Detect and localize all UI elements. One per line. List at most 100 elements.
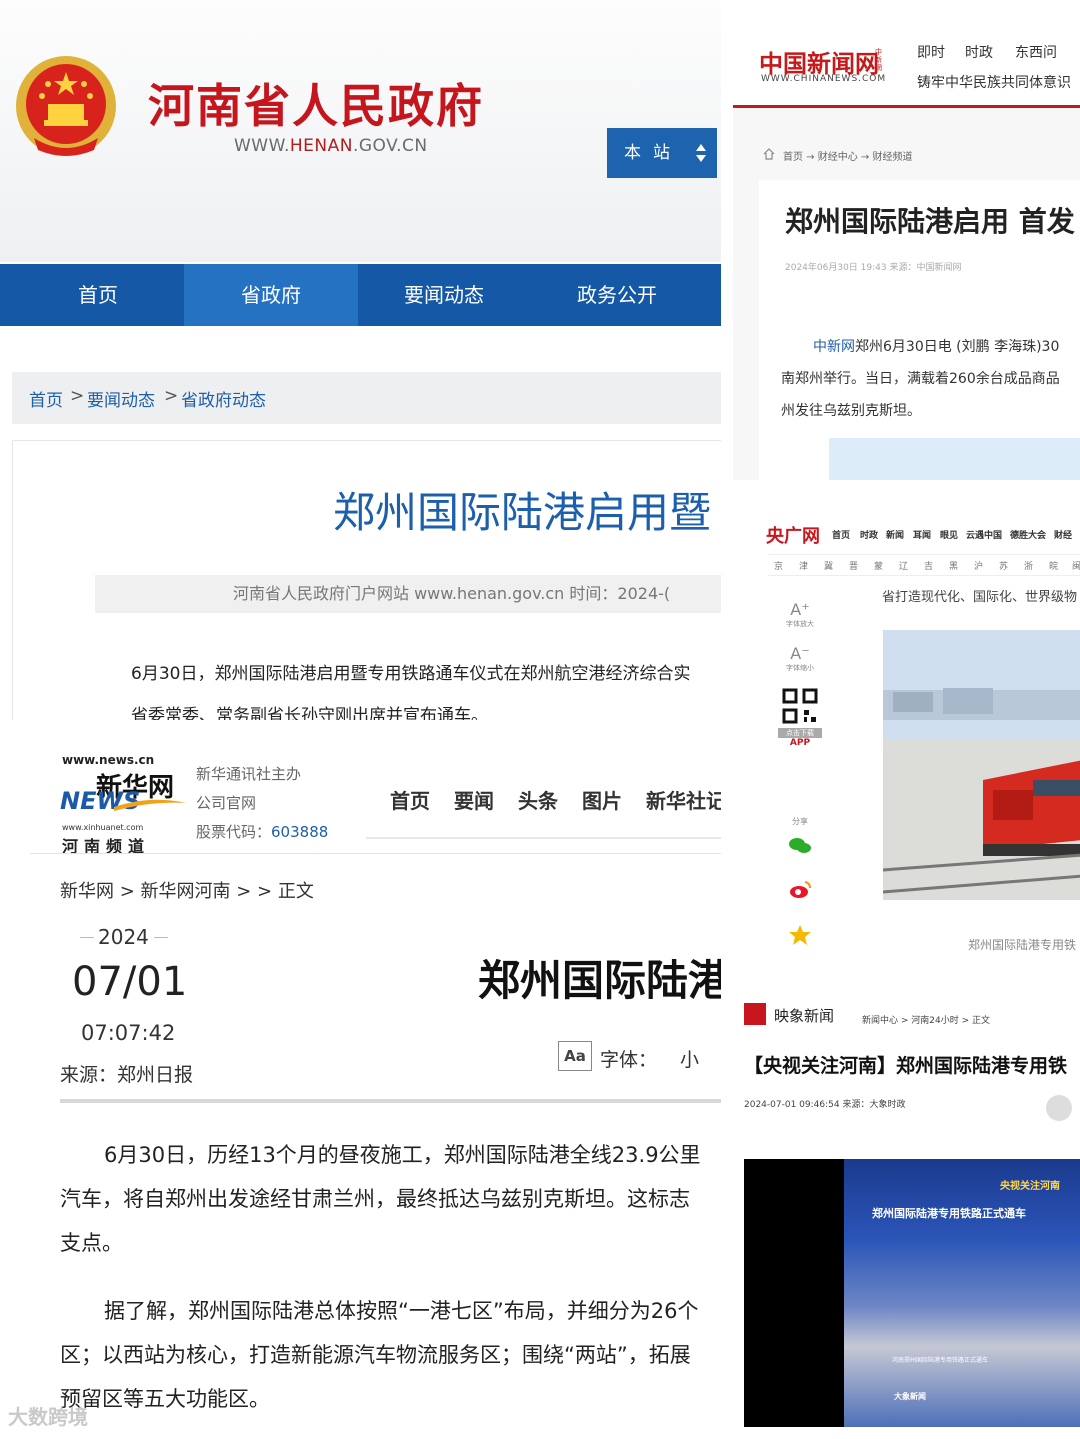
nav-dongxiwen[interactable]: 东西问 xyxy=(1015,42,1057,62)
article-meta: 河南省人民政府门户网站 www.henan.gov.cn 时间：2024-( xyxy=(95,575,721,613)
breadcrumb[interactable]: 首页 → 财经中心 → 财经频道 xyxy=(783,148,912,163)
nav-home[interactable]: 首页 xyxy=(390,785,430,814)
font-size-small[interactable]: 小 xyxy=(680,1045,699,1072)
stock-label: 股票代码： xyxy=(196,823,272,841)
site-title[interactable]: 河南省人民政府 xyxy=(148,70,484,136)
yingxiang-logo-icon[interactable] xyxy=(744,1003,766,1025)
font-label: 字体： xyxy=(600,1049,658,1071)
nav-province-gov[interactable]: 省政府 xyxy=(184,264,358,326)
url-suffix: .GOV.CN xyxy=(352,136,428,156)
province-bar: 京 津 冀 晋 蒙 辽 吉 黑 沪 苏 浙 皖 闽 xyxy=(768,554,1080,576)
article-paragraph: 6月30日，历经13个月的昼夜施工，郑州国际陆港全线23.9公里 xyxy=(104,1143,701,1167)
province-link[interactable]: 黑 xyxy=(949,559,958,572)
publish-time: 07:07:42 xyxy=(81,1021,176,1045)
province-link[interactable]: 吉 xyxy=(924,559,933,572)
nav-home[interactable]: 首页 xyxy=(12,264,184,326)
province-link[interactable]: 蒙 xyxy=(874,559,883,572)
home-icon xyxy=(763,148,775,160)
breadcrumb: 首页 > 要闻动态 > 省政府动态 xyxy=(12,372,721,424)
province-link[interactable]: 浙 xyxy=(1024,559,1033,572)
app-download-button[interactable]: 点击下载 APP xyxy=(778,688,822,748)
article-paragraph: 省委常委、常务副省长孙守刚出席并宣布通车。 xyxy=(131,706,488,720)
province-link[interactable]: 京 xyxy=(774,559,783,572)
qr-code-icon xyxy=(782,688,818,724)
article-title: 郑州国际陆港启用暨 xyxy=(333,488,712,537)
article-toolbar: A⁺ 字体放大 A⁻ 字体缩小 点击下载 APP 分享 xyxy=(778,600,822,960)
publish-date: 07/01 xyxy=(72,959,188,1005)
article-source: 来源：郑州日报 xyxy=(60,1064,194,1086)
official-site-link[interactable]: 公司官网 xyxy=(196,792,256,813)
nav-item[interactable]: 眼见 xyxy=(940,528,958,541)
app-label: APP xyxy=(789,738,811,748)
nav-instant[interactable]: 即时 xyxy=(917,42,945,62)
font-enlarge-icon: A⁺ xyxy=(790,600,810,619)
province-link[interactable]: 闽 xyxy=(1072,559,1080,572)
font-enlarge-button[interactable]: A⁺ 字体放大 xyxy=(778,600,822,629)
article: 郑州国际陆港启用 首发 2024年06月30日 19:43 来源：中国新闻网 中… xyxy=(759,180,1080,480)
nav-item[interactable]: 新闻 xyxy=(886,528,904,541)
article-image xyxy=(829,438,1080,480)
chinanews-page: 中国新闻网 中新網 WWW.CHINANEWS.COM 即时 时政 东西问 铸牢… xyxy=(733,0,1080,480)
nav-gov-affairs[interactable]: 政务公开 xyxy=(530,264,704,326)
wechat-share-icon[interactable] xyxy=(1046,1095,1072,1121)
cnr-logo[interactable]: 央广网 xyxy=(766,522,820,548)
brand-name[interactable]: 映象新闻 xyxy=(774,1005,834,1026)
nav-top[interactable]: 头条 xyxy=(518,785,558,814)
stock-value[interactable]: 603888 xyxy=(271,823,328,841)
nav-news[interactable]: 要闻动态 xyxy=(358,264,530,326)
nav-item[interactable]: 时政 xyxy=(860,528,878,541)
weibo-icon[interactable] xyxy=(788,880,812,900)
xinhua-page: www.news.cn 新华网 NEWS www.xinhuanet.com 河… xyxy=(0,735,721,1439)
nav-politics[interactable]: 时政 xyxy=(965,42,993,62)
province-link[interactable]: 苏 xyxy=(999,559,1008,572)
article-paragraph: 南郑州举行。当日，满载着260余台成品商品 xyxy=(781,371,1060,387)
slogan[interactable]: 铸牢中华民族共同体意识 xyxy=(917,72,1071,92)
province-link[interactable]: 冀 xyxy=(824,559,833,572)
nav-item[interactable]: 财经 xyxy=(1054,528,1072,541)
article-paragraph: 6月30日，郑州国际陆港启用暨专用铁路通车仪式在郑州航空港经济综合实 xyxy=(131,664,691,684)
henan-header: 河南省人民政府 WWW.HENAN.GOV.CN 本站 xyxy=(0,0,721,262)
source-link[interactable]: 中新网 xyxy=(813,339,855,355)
province-link[interactable]: 辽 xyxy=(899,559,908,572)
chinanews-logo-url: WWW.CHINANEWS.COM xyxy=(761,74,887,84)
province-link[interactable]: 晋 xyxy=(849,559,858,572)
breadcrumb[interactable]: 新华网 > 新华网河南 > > 正文 xyxy=(60,877,314,903)
article-title: 郑州国际陆港启用 首发 xyxy=(785,205,1075,238)
font-shrink-label: 字体缩小 xyxy=(786,664,814,672)
nav-item[interactable]: 云遇中国 xyxy=(966,528,1002,541)
favorite-star-icon[interactable] xyxy=(788,924,812,946)
search-scope-select[interactable]: 本站 xyxy=(607,128,717,178)
url-prefix: WWW. xyxy=(234,136,290,156)
article-title: 郑州国际陆港 xyxy=(478,956,721,1005)
breadcrumb-news[interactable]: 要闻动态 xyxy=(87,386,155,411)
font-shrink-button[interactable]: A⁻ 字体缩小 xyxy=(778,644,822,673)
photo-caption: 郑州国际陆港专用铁 xyxy=(968,938,1077,952)
scope-label: 本站 xyxy=(624,143,682,163)
nav-photos[interactable]: 图片 xyxy=(582,785,622,814)
chinanews-logo-side: 中新網 xyxy=(875,48,882,72)
breadcrumb-home[interactable]: 首页 xyxy=(29,386,63,411)
nav-item[interactable]: 德胜大会 xyxy=(1010,528,1046,541)
watermark: 大数跨境 xyxy=(8,1405,88,1429)
breadcrumb[interactable]: 新闻中心 > 河南24小时 > 正文 xyxy=(862,1013,990,1026)
video-title: 郑州国际陆港专用铁路正式通车 xyxy=(872,1207,1026,1220)
article-meta: 2024-07-01 09:46:54 来源：大象时政 xyxy=(744,1100,906,1110)
org-info: 新华通讯社主办 xyxy=(196,765,302,783)
henan-gov-page: 河南省人民政府 WWW.HENAN.GOV.CN 本站 首页 省政府 要闻动态 … xyxy=(0,0,721,720)
nav-xinhua-reporter[interactable]: 新华社记 xyxy=(646,785,721,814)
train-photo xyxy=(883,630,1080,900)
nav-item[interactable]: 耳闻 xyxy=(913,528,931,541)
province-link[interactable]: 沪 xyxy=(974,559,983,572)
breadcrumb-sep: > xyxy=(164,386,179,406)
nav-item[interactable]: 首页 xyxy=(832,528,850,541)
sort-arrows-icon xyxy=(696,144,706,162)
breadcrumb-gov-news[interactable]: 省政府动态 xyxy=(181,386,266,411)
video-player[interactable]: 央视关注河南 郑州国际陆港专用铁路正式通车 河南郑州国际陆港专用铁路正式通车 大… xyxy=(744,1159,1080,1427)
divider xyxy=(60,1099,721,1103)
nav-headlines[interactable]: 要闻 xyxy=(454,785,494,814)
province-link[interactable]: 皖 xyxy=(1049,559,1058,572)
province-link[interactable]: 津 xyxy=(799,559,808,572)
wechat-icon[interactable] xyxy=(788,836,812,856)
article-title: 【央视关注河南】郑州国际陆港专用铁 xyxy=(744,1055,1068,1077)
xinhua-logo-url: www.news.cn xyxy=(62,753,155,767)
